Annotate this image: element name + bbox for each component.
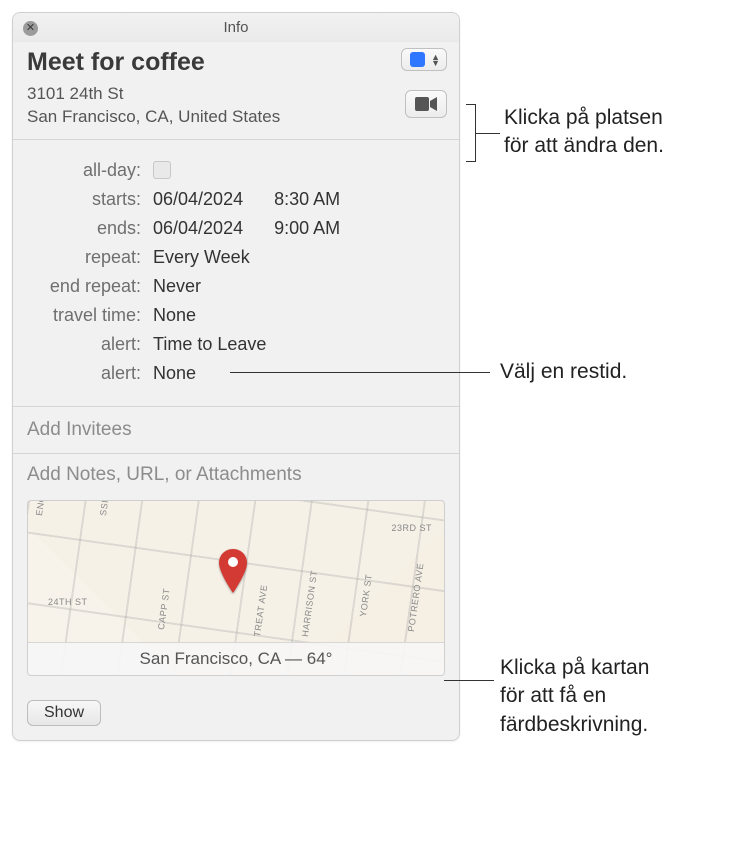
value-repeat[interactable]: Every Week (153, 247, 445, 268)
value-alert-1[interactable]: Time to Leave (153, 334, 445, 355)
event-details: all-day: starts: 06/04/2024 8:30 AM ends… (13, 140, 459, 406)
row-repeat: repeat: Every Week (27, 247, 445, 268)
label-alert-2: alert: (27, 363, 153, 384)
street-label: HARRISON ST (300, 570, 319, 638)
event-info-panel: ✕ Info Meet for coffee ▲▼ 3101 24th St S… (12, 12, 460, 741)
street-label: POTRERO AVE (406, 562, 426, 632)
label-travel-time: travel time: (27, 305, 153, 326)
calendar-color-swatch (410, 52, 425, 67)
ends-date: 06/04/2024 (153, 218, 243, 238)
callout-text: färdbeskrivning. (500, 711, 649, 739)
add-invitees-field[interactable]: Add Invitees (13, 407, 459, 453)
street-label: ENCIA ST (34, 500, 50, 516)
callout-map: Klicka på kartan för att få en färdbeskr… (500, 654, 649, 739)
label-all-day: all-day: (27, 160, 153, 181)
row-travel-time: travel time: None (27, 305, 445, 326)
street-label: YORK ST (358, 573, 374, 617)
window-title: Info (223, 19, 248, 36)
street-label: 23RD ST (391, 523, 432, 533)
row-starts: starts: 06/04/2024 8:30 AM (27, 189, 445, 210)
add-notes-field[interactable]: Add Notes, URL, or Attachments (13, 454, 459, 486)
callout-location: Klicka på platsen för att ändra den. (504, 104, 664, 161)
value-travel-time[interactable]: None (153, 305, 445, 326)
close-icon[interactable]: ✕ (23, 21, 38, 36)
street-label: 24TH ST (48, 597, 88, 607)
ends-time: 9:00 AM (274, 218, 340, 239)
callout-text: Klicka på platsen (504, 104, 664, 132)
callout-travel-time: Välj en restid. (500, 358, 627, 386)
stepper-chevrons-icon: ▲▼ (431, 54, 440, 66)
label-repeat: repeat: (27, 247, 153, 268)
callout-leader-line (476, 133, 500, 134)
callout-text: för att få en (500, 682, 649, 710)
location-line-2: San Francisco, CA, United States (27, 106, 445, 129)
callout-leader-line (444, 680, 494, 681)
row-ends: ends: 06/04/2024 9:00 AM (27, 218, 445, 239)
value-alert-2[interactable]: None (153, 363, 445, 384)
value-starts[interactable]: 06/04/2024 8:30 AM (153, 189, 445, 210)
event-title[interactable]: Meet for coffee (27, 48, 445, 77)
street-label: TREAT AVE (252, 584, 269, 637)
row-end-repeat: end repeat: Never (27, 276, 445, 297)
event-location[interactable]: 3101 24th St San Francisco, CA, United S… (27, 83, 445, 129)
label-ends: ends: (27, 218, 153, 239)
callout-text: Välj en restid. (500, 360, 627, 383)
video-camera-icon (415, 97, 437, 111)
label-starts: starts: (27, 189, 153, 210)
all-day-checkbox[interactable] (153, 161, 171, 179)
callout-leader-line (230, 372, 490, 373)
event-header: Meet for coffee ▲▼ 3101 24th St San Fran… (13, 42, 459, 139)
show-button[interactable]: Show (27, 700, 101, 726)
location-line-1: 3101 24th St (27, 83, 445, 106)
calendar-picker[interactable]: ▲▼ (401, 48, 447, 71)
row-all-day: all-day: (27, 160, 445, 181)
row-alert-2: alert: None (27, 363, 445, 384)
map-pin-icon (218, 549, 248, 593)
starts-date: 06/04/2024 (153, 189, 243, 209)
value-end-repeat[interactable]: Never (153, 276, 445, 297)
map-footer-label: San Francisco, CA — 64° (28, 642, 444, 675)
callout-text: för att ändra den. (504, 132, 664, 160)
panel-footer: Show (13, 690, 459, 740)
window-titlebar: ✕ Info (13, 13, 459, 42)
callout-bracket (466, 104, 476, 162)
row-alert-1: alert: Time to Leave (27, 334, 445, 355)
callout-text: Klicka på kartan (500, 654, 649, 682)
add-video-call-button[interactable] (405, 90, 447, 118)
street-label: SSION ST (98, 500, 114, 516)
value-ends[interactable]: 06/04/2024 9:00 AM (153, 218, 445, 239)
label-end-repeat: end repeat: (27, 276, 153, 297)
starts-time: 8:30 AM (274, 189, 340, 210)
street-label: CAPP ST (156, 587, 172, 630)
label-alert-1: alert: (27, 334, 153, 355)
event-map[interactable]: 23RD ST 24TH ST ENCIA ST SSION ST CAPP S… (27, 500, 445, 676)
